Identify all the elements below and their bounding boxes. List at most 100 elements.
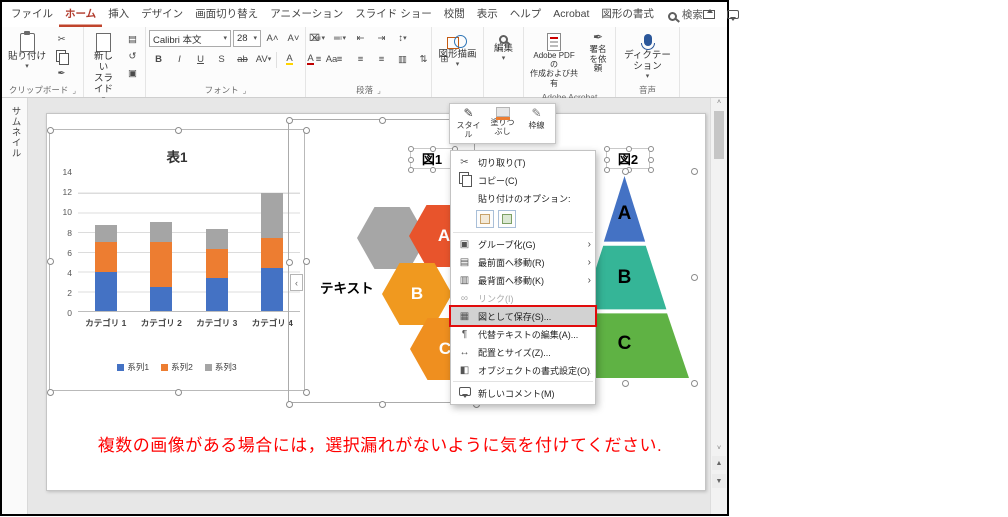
tab-slideshow[interactable]: スライド ショー — [349, 2, 437, 27]
bullets-button[interactable]: ≔▾ — [309, 31, 328, 47]
cut-button[interactable]: ✂ — [52, 31, 71, 47]
style-button[interactable]: スタイル — [453, 106, 484, 141]
selection-handle[interactable] — [622, 380, 629, 387]
selection-handle[interactable] — [430, 146, 436, 152]
comments-icon[interactable] — [727, 10, 739, 19]
italic-button[interactable]: I — [170, 52, 189, 68]
paste-option-picture-icon[interactable] — [498, 210, 516, 228]
selection-handle[interactable] — [303, 389, 310, 396]
tab-design[interactable]: デザイン — [135, 2, 189, 27]
menu-item-format-object[interactable]: ◧ オブジェクトの書式設定(O)... — [451, 361, 595, 379]
underline-button[interactable]: U — [191, 52, 210, 68]
selection-handle[interactable] — [47, 258, 54, 265]
menu-item-save-as-picture[interactable]: ▦ 図として保存(S)... — [451, 307, 595, 325]
font-name-combo[interactable]: Calibri 本文▾ — [149, 30, 231, 47]
copy-button[interactable] — [52, 48, 71, 64]
next-slide-button[interactable]: ▼ — [712, 474, 726, 488]
shape-outline-button[interactable]: 枠線 — [521, 106, 552, 141]
figure1-textbox[interactable]: 図1 — [410, 148, 454, 169]
menu-item-send-to-back[interactable]: ▥ 最背面へ移動(K) › — [451, 271, 595, 289]
selection-handle[interactable] — [604, 157, 610, 163]
scroll-down-arrow-icon[interactable]: ˅ — [711, 445, 727, 452]
new-slide-button[interactable]: 新しい スライド ▾ — [87, 29, 120, 105]
tab-animations[interactable]: アニメーション — [264, 2, 349, 27]
selection-handle[interactable] — [430, 167, 436, 173]
selection-handle[interactable] — [626, 146, 632, 152]
selection-handle[interactable] — [691, 168, 698, 175]
selection-handle[interactable] — [691, 274, 698, 281]
slide[interactable]: 表1 14121086420 カテゴリ 1カテゴリ 2カテゴリ 3カテゴリ 4 … — [46, 113, 706, 491]
clipboard-dialog-launcher-icon[interactable]: ⌟ — [72, 86, 76, 95]
selection-handle[interactable] — [286, 117, 293, 124]
shape-drawing-button[interactable]: 図形描画 ▾ — [435, 29, 479, 82]
decrease-indent-button[interactable]: ⇤ — [351, 31, 370, 47]
tab-help[interactable]: ヘルプ — [504, 2, 548, 27]
increase-indent-button[interactable]: ⇥ — [372, 31, 391, 47]
selection-handle[interactable] — [604, 167, 610, 173]
tab-acrobat[interactable]: Acrobat — [547, 2, 595, 27]
menu-item-group[interactable]: ▣ グループ化(G) › — [451, 235, 595, 253]
tab-view[interactable]: 表示 — [471, 2, 504, 27]
increase-font-button[interactable]: A˄ — [263, 31, 282, 47]
align-right-button[interactable]: ≡ — [351, 52, 370, 68]
search-box[interactable]: 検索 — [668, 7, 703, 22]
highlight-color-button[interactable]: A — [280, 52, 299, 68]
selection-handle[interactable] — [622, 168, 629, 175]
selection-handle[interactable] — [303, 127, 310, 134]
request-signatures-button[interactable]: ✒ 署名 を依頼 — [584, 29, 612, 90]
selection-handle[interactable] — [303, 258, 310, 265]
menu-item-bring-to-front[interactable]: ▤ 最前面へ移動(R) › — [451, 253, 595, 271]
selection-handle[interactable] — [286, 401, 293, 408]
thumbnail-pane[interactable]: サムネイル — [2, 98, 28, 514]
menu-item-size-and-position[interactable]: ↔ 配置とサイズ(Z)... — [451, 343, 595, 361]
previous-slide-button[interactable]: ▲ — [712, 456, 726, 470]
selection-handle[interactable] — [47, 389, 54, 396]
decrease-font-button[interactable]: A˅ — [284, 31, 303, 47]
columns-button[interactable]: ▥ — [393, 52, 412, 68]
tab-home[interactable]: ホーム — [59, 2, 102, 27]
paste-option-destination-theme-icon[interactable] — [476, 210, 494, 228]
chart-object[interactable]: 表1 14121086420 カテゴリ 1カテゴリ 2カテゴリ 3カテゴリ 4 … — [49, 129, 305, 391]
bold-button[interactable]: B — [149, 52, 168, 68]
selection-handle[interactable] — [648, 146, 654, 152]
reset-slide-button[interactable]: ↺ — [123, 48, 142, 64]
scrollbar-thumb[interactable] — [714, 111, 724, 159]
selection-handle[interactable] — [379, 401, 386, 408]
selection-handle[interactable] — [47, 127, 54, 134]
create-pdf-button[interactable]: Adobe PDF の 作成および共有 — [527, 29, 581, 90]
figure2-textbox[interactable]: 図2 — [606, 148, 650, 169]
text-direction-button[interactable]: ⇅ — [414, 52, 433, 68]
selection-handle[interactable] — [408, 167, 414, 173]
tab-insert[interactable]: 挿入 — [102, 2, 135, 27]
text-shadow-button[interactable]: S — [212, 52, 231, 68]
align-center-button[interactable]: ≡ — [330, 52, 349, 68]
justify-button[interactable]: ≡ — [372, 52, 391, 68]
menu-item-cut[interactable]: ✂ 切り取り(T) — [451, 153, 595, 171]
tab-transitions[interactable]: 画面切り替え — [189, 2, 264, 27]
text-placeholder[interactable]: テキスト — [320, 277, 374, 297]
paragraph-dialog-launcher-icon[interactable]: ⌟ — [377, 86, 381, 95]
selection-handle[interactable] — [648, 167, 654, 173]
vertical-scrollbar[interactable]: ˄ ˅ ▲ ▼ — [710, 98, 727, 514]
selection-handle[interactable] — [408, 146, 414, 152]
tab-shape-format[interactable]: 図形の書式 — [595, 2, 660, 27]
editing-button[interactable]: 編集 ▾ — [491, 29, 516, 82]
selection-handle[interactable] — [175, 127, 182, 134]
strikethrough-button[interactable]: ab — [233, 52, 252, 68]
selection-handle[interactable] — [604, 146, 610, 152]
font-size-combo[interactable]: 28▾ — [233, 30, 261, 47]
font-dialog-launcher-icon[interactable]: ⌟ — [243, 86, 247, 95]
selection-handle[interactable] — [175, 389, 182, 396]
align-left-button[interactable]: ≡ — [309, 52, 328, 68]
selection-handle[interactable] — [648, 157, 654, 163]
paste-button[interactable]: 貼り付け ▾ — [5, 29, 49, 82]
selection-handle[interactable] — [379, 117, 386, 124]
collapse-arrow-button[interactable]: ‹ — [290, 274, 303, 291]
shape-fill-button[interactable]: 塗りつぶし — [487, 106, 518, 141]
slide-layout-button[interactable]: ▤ — [123, 31, 142, 47]
numbering-button[interactable]: ≕▾ — [330, 31, 349, 47]
menu-item-copy[interactable]: コピー(C) — [451, 171, 595, 189]
character-spacing-button[interactable]: AV▾ — [254, 52, 273, 68]
selection-handle[interactable] — [286, 259, 293, 266]
tab-file[interactable]: ファイル — [5, 2, 59, 27]
